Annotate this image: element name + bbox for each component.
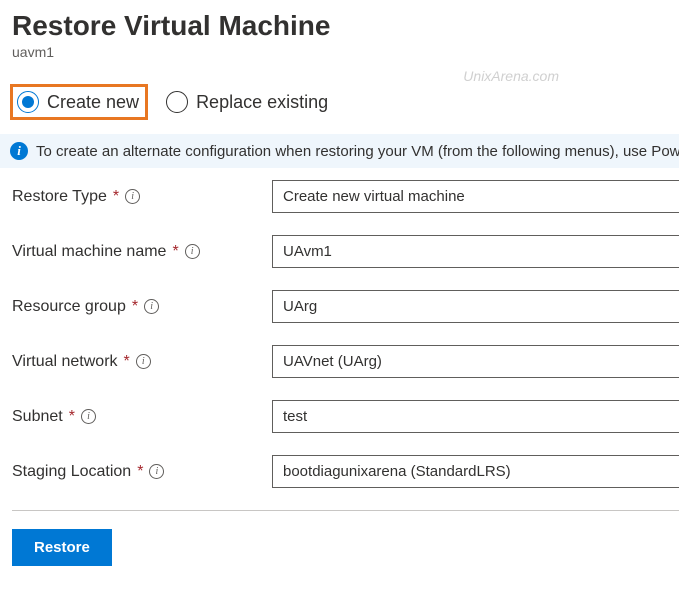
- input-staging-location[interactable]: [272, 455, 679, 488]
- label-wrap: Subnet * i: [12, 408, 272, 426]
- input-subnet[interactable]: [272, 400, 679, 433]
- required-asterisk: *: [124, 353, 130, 371]
- input-restore-type[interactable]: [272, 180, 679, 213]
- label-wrap: Virtual network * i: [12, 353, 272, 371]
- info-icon[interactable]: i: [144, 299, 159, 314]
- label-staging-location: Staging Location: [12, 463, 131, 481]
- row-staging-location: Staging Location * i: [12, 455, 679, 488]
- label-wrap: Restore Type * i: [12, 188, 272, 206]
- label-wrap: Staging Location * i: [12, 463, 272, 481]
- label-restore-type: Restore Type: [12, 188, 107, 206]
- required-asterisk: *: [172, 243, 178, 261]
- radio-replace-existing[interactable]: Replace existing: [166, 91, 328, 113]
- highlight-box: Create new: [10, 84, 148, 120]
- info-bar: i To create an alternate configuration w…: [0, 134, 679, 168]
- info-icon[interactable]: i: [136, 354, 151, 369]
- info-icon[interactable]: i: [185, 244, 200, 259]
- row-resource-group: Resource group * i: [12, 290, 679, 323]
- required-asterisk: *: [113, 188, 119, 206]
- row-restore-type: Restore Type * i: [12, 180, 679, 213]
- label-vm-name: Virtual machine name: [12, 243, 166, 261]
- radio-label: Replace existing: [196, 92, 328, 113]
- label-wrap: Virtual machine name * i: [12, 243, 272, 261]
- label-wrap: Resource group * i: [12, 298, 272, 316]
- divider: [12, 510, 679, 511]
- info-icon[interactable]: i: [149, 464, 164, 479]
- radio-icon: [166, 91, 188, 113]
- info-bar-text: To create an alternate configuration whe…: [36, 143, 679, 160]
- restore-button[interactable]: Restore: [12, 529, 112, 566]
- input-virtual-network[interactable]: [272, 345, 679, 378]
- watermark: UnixArena.com: [463, 68, 559, 84]
- radio-create-new[interactable]: Create new: [17, 91, 139, 113]
- page-subtitle: uavm1: [0, 42, 679, 60]
- label-resource-group: Resource group: [12, 298, 126, 316]
- radio-label: Create new: [47, 92, 139, 113]
- radio-icon: [17, 91, 39, 113]
- restore-mode-radio-group: Create new Replace existing: [0, 60, 679, 134]
- info-icon[interactable]: i: [125, 189, 140, 204]
- form-section: Restore Type * i Virtual machine name * …: [0, 168, 679, 488]
- row-vm-name: Virtual machine name * i: [12, 235, 679, 268]
- input-resource-group[interactable]: [272, 290, 679, 323]
- label-virtual-network: Virtual network: [12, 353, 118, 371]
- required-asterisk: *: [132, 298, 138, 316]
- page-title: Restore Virtual Machine: [0, 0, 679, 42]
- required-asterisk: *: [137, 463, 143, 481]
- input-vm-name[interactable]: [272, 235, 679, 268]
- label-subnet: Subnet: [12, 408, 63, 426]
- info-icon: i: [10, 142, 28, 160]
- row-virtual-network: Virtual network * i: [12, 345, 679, 378]
- row-subnet: Subnet * i: [12, 400, 679, 433]
- info-icon[interactable]: i: [81, 409, 96, 424]
- required-asterisk: *: [69, 408, 75, 426]
